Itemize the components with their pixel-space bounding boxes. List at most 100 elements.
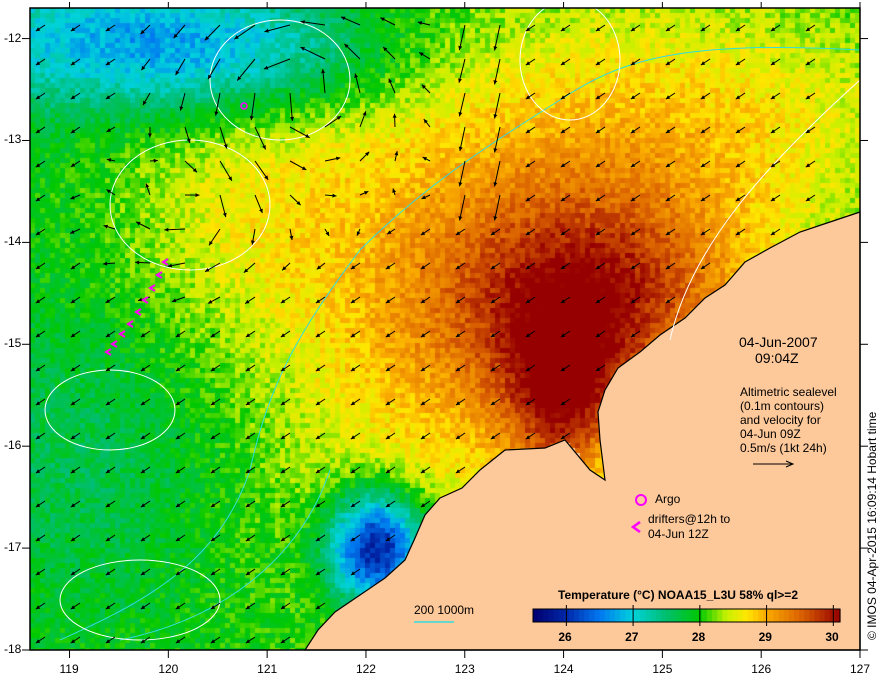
colorbar-swatch <box>548 609 555 622</box>
velocity-arrowhead <box>336 116 342 120</box>
colorbar-swatch <box>824 609 831 622</box>
colorbar-swatch <box>686 609 693 622</box>
drifter-marker <box>110 340 118 348</box>
velocity-arrowhead <box>354 73 359 78</box>
colorbar-swatch <box>768 609 775 622</box>
colorbar-swatch <box>691 609 698 622</box>
velocity-arrowhead <box>195 193 200 198</box>
velocity-arrowhead <box>214 111 219 116</box>
legend-line: and velocity for <box>740 413 821 427</box>
legend-line: 04-Jun 09Z <box>740 427 801 441</box>
velocity-arrowhead <box>106 158 112 163</box>
velocity-arrowhead <box>458 78 462 83</box>
legend-line: (0.1m contours) <box>740 399 825 413</box>
colorbar-swatch <box>732 609 739 622</box>
velocity-arrowhead <box>458 146 463 151</box>
drifter-marker <box>134 308 142 316</box>
colorbar-swatch <box>650 609 657 622</box>
drifter-marker <box>126 320 134 328</box>
colorbar-swatch <box>804 609 810 622</box>
colorbar-swatch <box>829 609 836 622</box>
drifter-marker <box>155 271 163 279</box>
colorbar-tick-label: 30 <box>825 630 839 644</box>
colorbar-swatch <box>573 609 580 622</box>
colorbar-swatch <box>712 609 718 622</box>
lat-tick-label: -18 <box>4 642 22 656</box>
velocity-arrowhead <box>135 260 140 265</box>
velocity-arrowhead <box>493 80 498 85</box>
colorbar-swatch <box>783 609 790 622</box>
velocity-arrowhead <box>164 227 169 232</box>
velocity-arrowhead <box>179 106 184 111</box>
time-label: 09:04Z <box>755 350 799 366</box>
lat-tick-label: -16 <box>4 438 22 453</box>
colorbar-tick-label: 27 <box>625 630 639 644</box>
velocity-arrowhead <box>167 263 173 268</box>
colorbar-swatch <box>660 609 667 622</box>
velocity-arrowhead <box>335 156 341 161</box>
colorbar-swatch <box>799 609 805 622</box>
isobath-line <box>119 469 331 641</box>
lon-tick-label: 121 <box>257 662 278 676</box>
colorbar-swatch <box>533 609 539 622</box>
velocity-arrow <box>236 58 256 81</box>
colorbar-swatch <box>788 609 795 622</box>
colorbar-swatch <box>747 609 754 622</box>
velocity-arrowhead <box>458 216 463 221</box>
velocity-arrowhead <box>392 113 397 118</box>
velocity-arrow <box>289 92 293 121</box>
sealevel-contour <box>209 19 351 141</box>
lon-tick-label: 120 <box>158 662 179 676</box>
colorbar-swatch <box>558 609 565 622</box>
drifter-marker <box>141 296 149 304</box>
lon-tick-label: 122 <box>355 662 376 676</box>
lon-tick-label: 127 <box>850 662 871 676</box>
colorbar-tick-label: 28 <box>691 630 706 644</box>
velocity-arrowhead <box>458 112 463 117</box>
velocity-arrowhead <box>493 148 498 153</box>
credit-label: © IMOS 04-Apr-2015 16:09:14 Hobart time <box>865 411 879 640</box>
lat-tick-label: -17 <box>4 540 22 555</box>
colorbar-swatch <box>793 609 800 622</box>
sealevel-contour <box>44 369 176 451</box>
legend-line: 0.5m/s (1kt 24h) <box>740 441 827 455</box>
velocity-arrowhead <box>153 158 158 163</box>
colorbar-swatch <box>681 609 688 622</box>
colorbar-swatch <box>538 609 544 622</box>
velocity-arrowhead <box>332 193 337 198</box>
drifter-marker <box>161 258 169 266</box>
argo-label: Argo <box>655 492 681 506</box>
legend-line: Altimetric sealevel <box>740 385 837 399</box>
colorbar-swatch <box>625 609 631 622</box>
velocity-arrowhead <box>264 175 269 180</box>
colorbar-title: Temperature (°C) NOAA15_L3U 58% ql>=2 <box>558 588 798 602</box>
velocity-arrowhead <box>103 261 108 266</box>
velocity-arrowhead <box>493 114 498 119</box>
colorbar-swatch <box>727 609 734 622</box>
colorbar-swatch <box>609 609 616 622</box>
drifter-marker <box>148 284 156 292</box>
colorbar-swatch <box>671 609 677 622</box>
colorbar-swatch <box>701 609 708 622</box>
velocity-arrowhead <box>458 45 463 51</box>
velocity-arrow <box>250 92 256 121</box>
colorbar-swatch <box>579 609 585 622</box>
lon-tick-label: 126 <box>751 662 772 676</box>
colorbar-swatch <box>814 609 821 622</box>
colorbar-swatch <box>568 609 575 622</box>
date-label: 04-Jun-2007 <box>739 334 818 350</box>
colorbar-swatch <box>645 609 652 622</box>
velocity-arrowhead <box>147 133 152 138</box>
lat-tick-label: -12 <box>4 30 22 45</box>
velocity-arrowhead <box>289 235 294 241</box>
lon-tick-label: 119 <box>59 662 79 676</box>
velocity-arrowhead <box>234 35 239 40</box>
colorbar-tick-label: 26 <box>558 630 572 644</box>
colorbar-swatch <box>676 609 682 622</box>
colorbar-swatch <box>809 609 816 622</box>
sealevel-contour <box>519 0 621 121</box>
drifters-label: drifters@12h to <box>648 512 731 526</box>
colorbar-swatch <box>778 609 785 622</box>
lat-tick-label: -14 <box>4 234 22 249</box>
colorbar-swatch <box>640 609 647 622</box>
